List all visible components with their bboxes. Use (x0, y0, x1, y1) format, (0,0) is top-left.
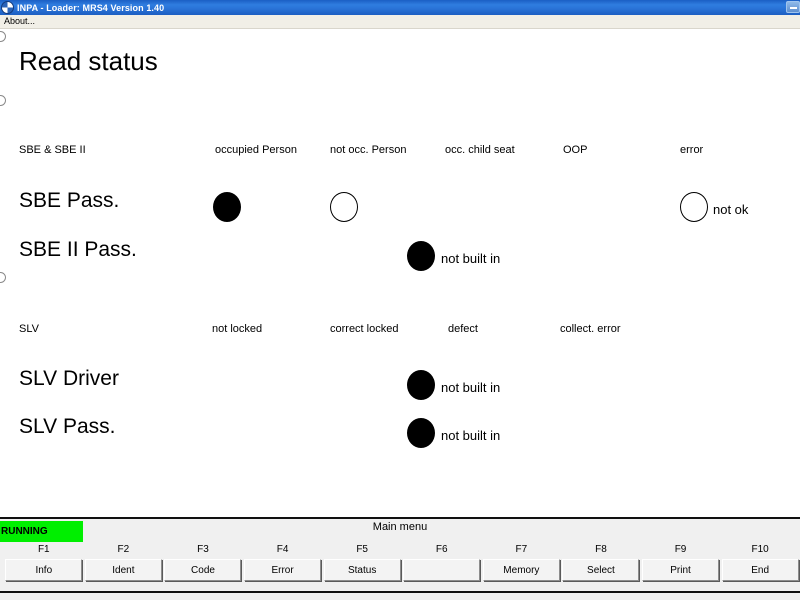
window-controls (786, 1, 800, 13)
menu-item-about[interactable]: About... (0, 15, 39, 28)
fkey-cell-f4: F4 Error (243, 544, 323, 581)
column-header-not-locked: not locked (212, 323, 263, 335)
bottom-function-bar: RUNNING Main menu F1 Info F2 Ident F3 Co… (0, 517, 800, 600)
inpa-application-window: INPA - Loader: MRS4 Version 1.40 About..… (0, 0, 800, 600)
fkey-label-f7: F7 (515, 544, 528, 555)
fkey-label-f6: F6 (435, 544, 448, 555)
indicator-sbe-ii-pass-occ-child-seat (407, 241, 435, 271)
block-header-slv: SLV (19, 323, 39, 335)
fkey-label-f5: F5 (356, 544, 368, 555)
column-header-occ-child-seat: occ. child seat (445, 144, 515, 156)
page-title: Read status (19, 46, 158, 76)
block-header-sbe: SBE & SBE II (19, 144, 86, 156)
title-bar: INPA - Loader: MRS4 Version 1.40 (0, 0, 800, 15)
column-header-not-occ-person: not occ. Person (330, 144, 407, 156)
fkey-button-code[interactable]: Code (164, 559, 242, 581)
fkey-button-info[interactable]: Info (5, 559, 83, 581)
edge-marker-2[interactable] (0, 95, 6, 106)
fkey-cell-f3: F3 Code (163, 544, 243, 581)
window-bottom-edge (0, 591, 800, 600)
indicator-sbe-pass-occupied-person (213, 192, 241, 222)
fkey-label-f1: F1 (37, 544, 50, 555)
fkey-label-f4: F4 (276, 544, 289, 555)
fkey-cell-f1: F1 Info (4, 544, 84, 581)
edge-marker-1[interactable] (0, 31, 6, 42)
status-block-sbe: SBE & SBE II occupied Person not occ. Pe… (0, 144, 800, 294)
column-header-oop: OOP (563, 144, 588, 156)
fkey-cell-f8: F8 Select (561, 544, 641, 581)
note-slv-driver: not built in (441, 380, 501, 395)
fkey-label-f9: F9 (674, 544, 687, 555)
note-sbe-pass-error: not ok (713, 202, 749, 217)
window-title: INPA - Loader: MRS4 Version 1.40 (17, 2, 165, 13)
indicator-slv-driver-correct-locked (407, 370, 435, 400)
fkey-cell-f2: F2 Ident (84, 544, 164, 581)
status-block-slv: SLV not locked correct locked defect col… (0, 323, 800, 483)
fkey-cell-f9: F9 Print (641, 544, 721, 581)
fkey-button-print[interactable]: Print (642, 559, 720, 581)
indicator-slv-pass-correct-locked (407, 418, 435, 448)
fkey-button-ident[interactable]: Ident (84, 559, 162, 581)
fkey-label-f10: F10 (751, 544, 769, 555)
fkey-button-empty[interactable] (403, 559, 481, 581)
fkey-button-select[interactable]: Select (562, 559, 640, 581)
bmw-roundel-icon (1, 1, 14, 14)
client-area: Read status SBE & SBE II occupied Person… (0, 29, 800, 517)
fkey-cell-f6: F6 (402, 544, 482, 581)
fkey-label-f2: F2 (117, 544, 130, 555)
indicator-sbe-pass-not-occ-person (330, 192, 358, 222)
indicator-sbe-pass-error (680, 192, 708, 222)
menu-title: Main menu (372, 521, 428, 533)
fkey-label-f8: F8 (595, 544, 607, 555)
menu-bar: About... (0, 15, 800, 29)
column-header-correct-locked: correct locked (330, 323, 399, 335)
fkey-button-memory[interactable]: Memory (482, 559, 560, 581)
column-header-collect-error: collect. error (560, 323, 621, 335)
note-sbe-ii-pass-occ-child-seat: not built in (441, 251, 501, 266)
fkey-button-end[interactable]: End (721, 559, 799, 581)
fkey-button-error[interactable]: Error (244, 559, 322, 581)
fkey-label-f3: F3 (197, 544, 209, 555)
fkey-cell-f5: F5 Status (322, 544, 402, 581)
row-label-sbe-pass: SBE Pass. (19, 189, 120, 212)
fkey-cell-f10: F10 End (720, 544, 800, 581)
column-header-defect: defect (448, 323, 478, 335)
column-header-error: error (680, 144, 704, 156)
minimize-button[interactable] (786, 1, 800, 13)
row-label-sbe-ii-pass: SBE II Pass. (19, 238, 137, 261)
note-slv-pass: not built in (441, 428, 501, 443)
fkey-button-status[interactable]: Status (323, 559, 401, 581)
column-header-occupied-person: occupied Person (215, 144, 297, 156)
row-label-slv-pass: SLV Pass. (19, 415, 116, 438)
row-label-slv-driver: SLV Driver (19, 367, 119, 390)
fkey-cell-f7: F7 Memory (482, 544, 562, 581)
function-key-row: F1 Info F2 Ident F3 Code F4 Error F5 Sta… (4, 544, 800, 581)
